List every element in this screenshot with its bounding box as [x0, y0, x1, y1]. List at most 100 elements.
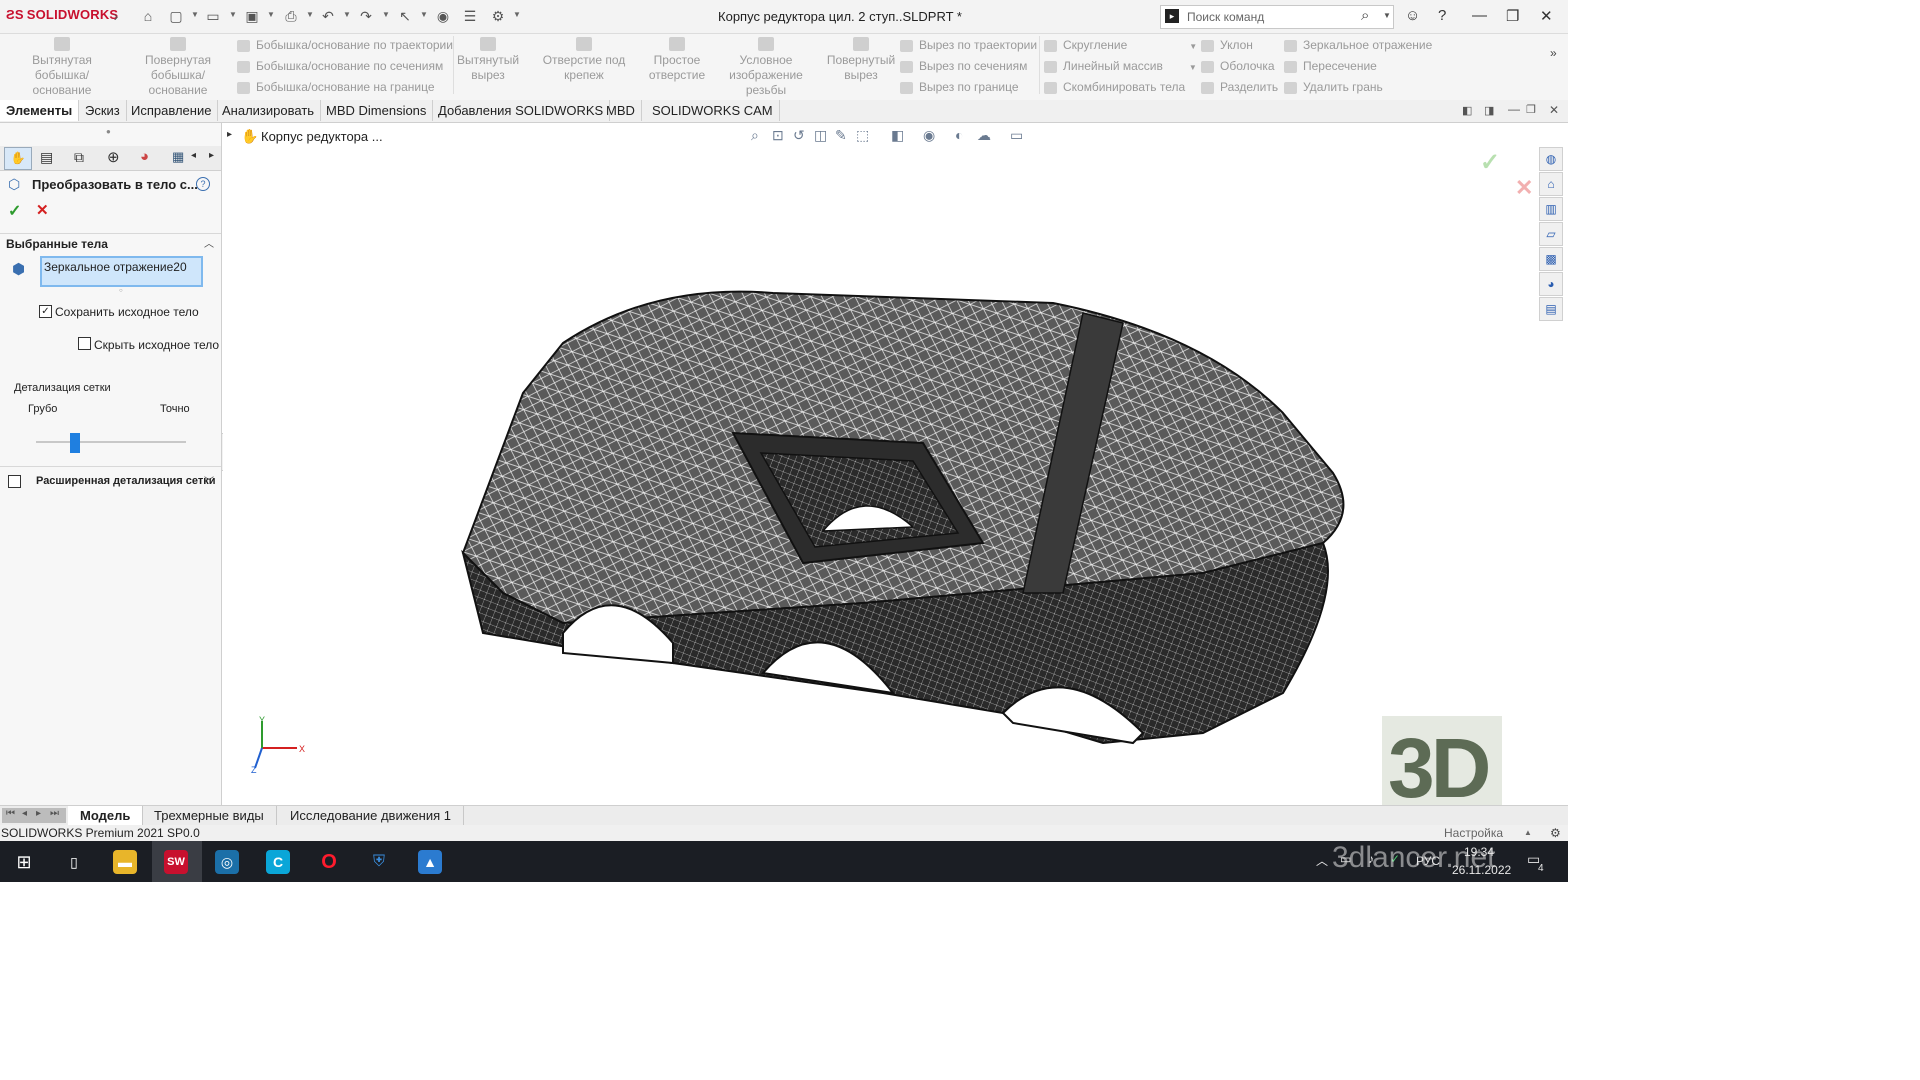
expand-chevron-icon[interactable]: ﹀: [204, 473, 214, 488]
prev-tab-icon[interactable]: ◂: [22, 808, 27, 819]
windows-start-icon[interactable]: ⊞: [12, 850, 36, 874]
user-account-icon[interactable]: ☺: [1405, 7, 1420, 24]
boundary-boss-button[interactable]: Бобышка/основание на границе: [237, 80, 435, 94]
graphics-area[interactable]: ▸ ✋ Корпус редуктора ... ⌕ ⊡ ↺ ◫ ✎ ⬚ ◧ ◉…: [223, 123, 1568, 805]
hide-show-icon[interactable]: ◉: [923, 127, 935, 144]
list-resize-handle[interactable]: ○: [119, 288, 123, 294]
help-icon[interactable]: ?: [1438, 7, 1446, 24]
tab-evaluate[interactable]: Анализировать: [216, 100, 322, 121]
next-tab-icon[interactable]: ▸: [36, 808, 41, 819]
mesh-model[interactable]: [443, 273, 1363, 753]
doc-restore-icon[interactable]: ❐: [1526, 103, 1536, 116]
extruded-boss-button[interactable]: Вытянутая бобышка/основание: [6, 37, 118, 98]
shield-taskbar-icon[interactable]: ⛨: [367, 850, 391, 874]
fillet-dropdown-icon[interactable]: ▼: [1189, 42, 1197, 51]
doc-close-icon[interactable]: ✕: [1549, 103, 1559, 117]
delete-face-button[interactable]: Удалить грань: [1284, 80, 1383, 94]
design-library-icon[interactable]: ▥: [1539, 197, 1563, 221]
boundary-cut-button[interactable]: Вырез по границе: [900, 80, 1019, 94]
zoom-area-icon[interactable]: ⊡: [772, 127, 784, 144]
file-explorer-icon[interactable]: ▱: [1539, 222, 1563, 246]
custom-properties-icon[interactable]: ▤: [1539, 297, 1563, 321]
home-taskpane-icon[interactable]: ⌂: [1539, 172, 1563, 196]
search-input[interactable]: Поиск команд: [1187, 10, 1264, 24]
dimxpert-icon[interactable]: ⊕: [107, 148, 120, 166]
ok-check-icon[interactable]: ✓: [8, 201, 21, 221]
fillet-button[interactable]: Скругление ▼: [1044, 38, 1197, 52]
view-palette-icon[interactable]: ▩: [1539, 247, 1563, 271]
solidworks-taskbar-icon[interactable]: SW: [164, 850, 188, 874]
customize-dropdown-icon[interactable]: ▲: [1524, 825, 1532, 841]
tab-scroll-buttons[interactable]: ⏮ ◂ ▸ ⏭: [2, 808, 66, 823]
close-icon[interactable]: ✕: [1540, 7, 1553, 25]
tab-motion-study[interactable]: Исследование движения 1: [278, 806, 464, 825]
confirm-corner-ok-icon[interactable]: ✓: [1480, 148, 1500, 177]
revolved-boss-button[interactable]: Повернутая бобышка/основание: [122, 37, 234, 98]
shell-button[interactable]: Оболочка: [1201, 59, 1275, 73]
more-commands-icon[interactable]: »: [1550, 46, 1557, 60]
search-dropdown-icon[interactable]: ▼: [1383, 11, 1391, 20]
ccleaner-taskbar-icon[interactable]: C: [266, 850, 290, 874]
file-explorer-taskbar-icon[interactable]: ▬: [113, 850, 137, 874]
previous-view-icon[interactable]: ↺: [793, 127, 805, 144]
collapse-chevron-icon[interactable]: ︿: [204, 235, 214, 250]
cosmetic-thread-button[interactable]: Условное изображение резьбы: [708, 37, 824, 98]
tab-scroll-left-icon[interactable]: ◂: [191, 150, 196, 161]
tile-right-icon[interactable]: ◨: [1484, 104, 1494, 117]
confirm-corner-cancel-icon[interactable]: ✕: [1515, 175, 1533, 201]
first-tab-icon[interactable]: ⏮: [6, 808, 15, 819]
property-manager-icon[interactable]: ▤: [40, 149, 53, 166]
mesh-detail-slider-thumb[interactable]: [70, 433, 80, 453]
tray-expand-icon[interactable]: ︿: [1316, 852, 1328, 869]
cam-manager-icon[interactable]: ▦: [172, 149, 184, 165]
appearance-icon[interactable]: ◐: [955, 127, 963, 143]
tab-sketch[interactable]: Эскиз: [79, 100, 127, 121]
dynamic-annotation-icon[interactable]: ✎: [835, 127, 847, 144]
restore-icon[interactable]: ❐: [1506, 7, 1519, 25]
keep-original-checkbox[interactable]: ✓: [39, 305, 52, 318]
app-taskbar-icon[interactable]: ◎: [215, 850, 239, 874]
task-view-icon[interactable]: ▯: [62, 850, 86, 874]
view-orientation-icon[interactable]: ⬚: [856, 127, 869, 144]
tab-features[interactable]: Элементы: [0, 100, 80, 121]
last-tab-icon[interactable]: ⏭: [50, 808, 59, 819]
revolved-cut-button[interactable]: Повернутый вырез: [826, 37, 896, 83]
draft-button[interactable]: Уклон: [1201, 38, 1253, 52]
tab-solidworks-cam[interactable]: SOLIDWORKS CAM: [646, 100, 780, 121]
search-icon[interactable]: ⌕: [1361, 7, 1369, 24]
help-question-icon[interactable]: ?: [196, 177, 210, 191]
advanced-mesh-checkbox[interactable]: [8, 475, 21, 488]
split-button[interactable]: Разделить: [1201, 80, 1278, 94]
zoom-to-fit-icon[interactable]: ⌕: [751, 127, 759, 144]
simple-hole-button[interactable]: Простое отверстие: [648, 37, 706, 83]
opera-taskbar-icon[interactable]: O: [317, 850, 341, 874]
hide-original-checkbox[interactable]: [78, 337, 91, 350]
selected-bodies-list[interactable]: Зеркальное отражение20: [40, 256, 203, 287]
doc-minimize-icon[interactable]: —: [1508, 102, 1520, 116]
extruded-cut-button[interactable]: Вытянутый вырез: [457, 37, 519, 83]
tab-mbd-dimensions[interactable]: MBD Dimensions: [320, 100, 434, 121]
tab-model[interactable]: Модель: [68, 806, 144, 825]
view-settings-icon[interactable]: ▭: [1010, 127, 1023, 144]
cancel-x-icon[interactable]: ✕: [36, 201, 49, 219]
display-style-icon[interactable]: ◧: [891, 127, 904, 144]
configuration-manager-icon[interactable]: ⧉: [74, 149, 84, 166]
splitter-handle[interactable]: ●: [106, 127, 111, 136]
lofted-boss-button[interactable]: Бобышка/основание по сечениям: [237, 59, 443, 73]
scene-icon[interactable]: ☁: [977, 127, 991, 144]
photos-taskbar-icon[interactable]: ▲: [418, 850, 442, 874]
tab-scroll-right-icon[interactable]: ▸: [209, 150, 214, 161]
swept-cut-button[interactable]: Вырез по траектории: [900, 38, 1037, 52]
tab-solidworks-addins[interactable]: Добавления SOLIDWORKS: [432, 100, 611, 121]
status-help-icon[interactable]: ⚙: [1550, 825, 1561, 841]
tile-left-icon[interactable]: ◧: [1462, 104, 1472, 117]
display-manager-icon[interactable]: ◕: [140, 148, 149, 165]
tab-3d-views[interactable]: Трехмерные виды: [142, 806, 277, 825]
mirror-button[interactable]: Зеркальное отражение: [1284, 38, 1432, 52]
intersect-button[interactable]: Пересечение: [1284, 59, 1377, 73]
section-view-icon[interactable]: ◫: [814, 127, 827, 144]
linear-pattern-button[interactable]: Линейный массив ▼: [1044, 59, 1197, 73]
mesh-detail-slider[interactable]: [36, 441, 186, 443]
pattern-dropdown-icon[interactable]: ▼: [1189, 63, 1197, 72]
hole-wizard-button[interactable]: Отверстие под крепеж: [522, 37, 646, 83]
